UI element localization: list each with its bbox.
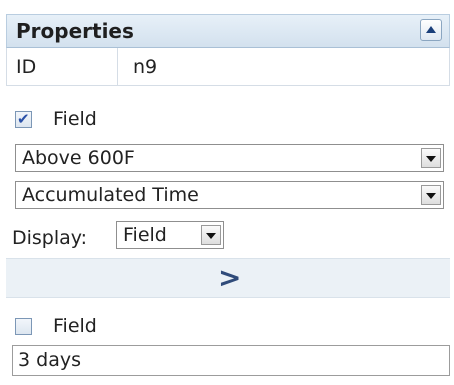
display-select-dropdown-button[interactable] bbox=[201, 225, 221, 245]
measure-select-dropdown-button[interactable] bbox=[421, 185, 441, 205]
display-select-value: Field bbox=[123, 224, 167, 246]
id-row: ID n9 bbox=[6, 48, 450, 86]
field-checkbox-1[interactable]: ✔ bbox=[15, 110, 32, 128]
chevron-down-icon bbox=[426, 193, 436, 199]
checkmark-icon: ✔ bbox=[17, 110, 30, 128]
metric-select-dropdown-button[interactable] bbox=[421, 148, 441, 168]
display-label: Display: bbox=[12, 227, 88, 249]
collapse-button[interactable] bbox=[420, 19, 442, 41]
field-checkbox-1-label: Field bbox=[53, 108, 97, 130]
chevron-down-icon bbox=[206, 233, 216, 239]
next-arrow-icon: > bbox=[218, 261, 242, 294]
id-label: ID bbox=[16, 56, 37, 78]
display-select[interactable]: Field bbox=[116, 221, 224, 249]
panel-title: Properties bbox=[16, 19, 134, 43]
field-checkbox-2[interactable] bbox=[15, 318, 32, 335]
measure-select-value: Accumulated Time bbox=[22, 184, 199, 206]
chevron-down-icon bbox=[426, 156, 436, 162]
measure-select[interactable]: Accumulated Time bbox=[15, 181, 444, 209]
duration-input-value: 3 days bbox=[18, 349, 81, 371]
properties-panel: Properties ID n9 ✔ Field Above 600F Accu… bbox=[0, 0, 454, 385]
metric-select-value: Above 600F bbox=[22, 147, 135, 169]
chevron-up-icon bbox=[426, 26, 436, 33]
id-value: n9 bbox=[133, 56, 158, 78]
id-divider bbox=[117, 48, 118, 85]
panel-header: Properties bbox=[6, 14, 450, 48]
duration-input[interactable]: 3 days bbox=[12, 345, 450, 376]
metric-select[interactable]: Above 600F bbox=[15, 144, 444, 172]
next-bar[interactable]: > bbox=[6, 258, 450, 298]
field-checkbox-2-label: Field bbox=[53, 315, 97, 337]
